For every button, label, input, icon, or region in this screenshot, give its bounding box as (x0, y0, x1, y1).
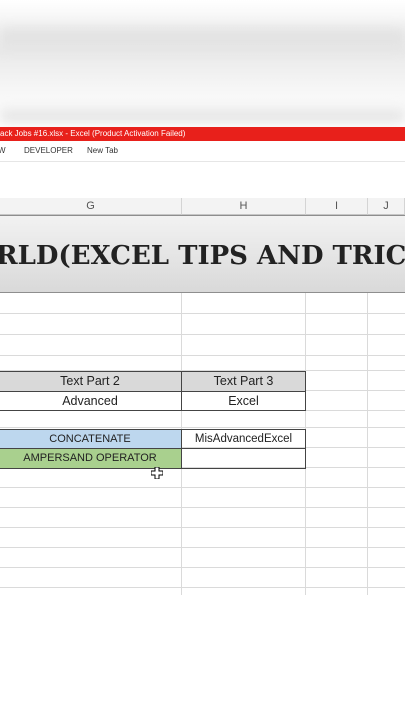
header-text-part-3[interactable]: Text Part 3 (181, 371, 306, 392)
gridline (0, 567, 405, 568)
gridline (0, 507, 405, 508)
cell-text: Excel (228, 394, 259, 408)
ampersand-label-cell[interactable]: AMPERSAND OPERATOR (0, 448, 182, 469)
tab-developer[interactable]: DEVELOPER (24, 146, 73, 155)
column-header-j[interactable]: J (368, 198, 405, 215)
value-text-part-2[interactable]: Advanced (0, 391, 182, 411)
cell-text: CONCATENATE (49, 433, 131, 445)
cell-text: Advanced (62, 394, 118, 408)
ampersand-result-cell[interactable] (181, 448, 306, 469)
gridline (0, 427, 405, 428)
gridline (0, 355, 405, 356)
column-header-g[interactable]: G (0, 198, 182, 215)
gridline (0, 313, 405, 314)
column-label: J (383, 200, 389, 212)
banner-title-text: RLD(EXCEL TIPS AND TRICKS ) (0, 241, 405, 271)
blurred-band (0, 28, 405, 48)
column-header-h[interactable]: H (182, 198, 306, 215)
excel-cross-cursor-icon (151, 467, 163, 479)
tab-new-tab[interactable]: New Tab (87, 146, 118, 155)
banner-title: RLD(EXCEL TIPS AND TRICKS ) (0, 238, 405, 278)
tab-view[interactable]: W (0, 146, 6, 155)
column-label: G (86, 200, 95, 212)
cell-text: Text Part 2 (60, 374, 120, 388)
gridline (0, 527, 405, 528)
gridline (0, 587, 405, 588)
concatenate-label-cell[interactable]: CONCATENATE (0, 429, 182, 449)
gridline (0, 547, 405, 548)
blurred-band (0, 110, 405, 122)
header-text-part-2[interactable]: Text Part 2 (0, 371, 182, 392)
cell-text: MisAdvancedExcel (194, 433, 293, 445)
cell-text: Text Part 3 (213, 374, 274, 388)
cell-text: AMPERSAND OPERATOR (23, 452, 157, 464)
column-label: I (334, 200, 339, 212)
window-title: ack Jobs #16.xlsx - Excel (Product Activ… (0, 129, 186, 138)
ribbon-area (0, 162, 405, 198)
gridline (0, 334, 405, 335)
window-title-bar: ack Jobs #16.xlsx - Excel (Product Activ… (0, 127, 405, 141)
value-text-part-3[interactable]: Excel (181, 391, 306, 411)
ribbon-tab-bar: W DEVELOPER New Tab (0, 141, 405, 162)
blurred-top-area (0, 0, 405, 127)
column-header-i[interactable]: I (306, 198, 368, 215)
gridline (0, 487, 405, 488)
column-label: H (239, 200, 248, 212)
concatenate-result-cell[interactable]: MisAdvancedExcel (181, 429, 306, 449)
